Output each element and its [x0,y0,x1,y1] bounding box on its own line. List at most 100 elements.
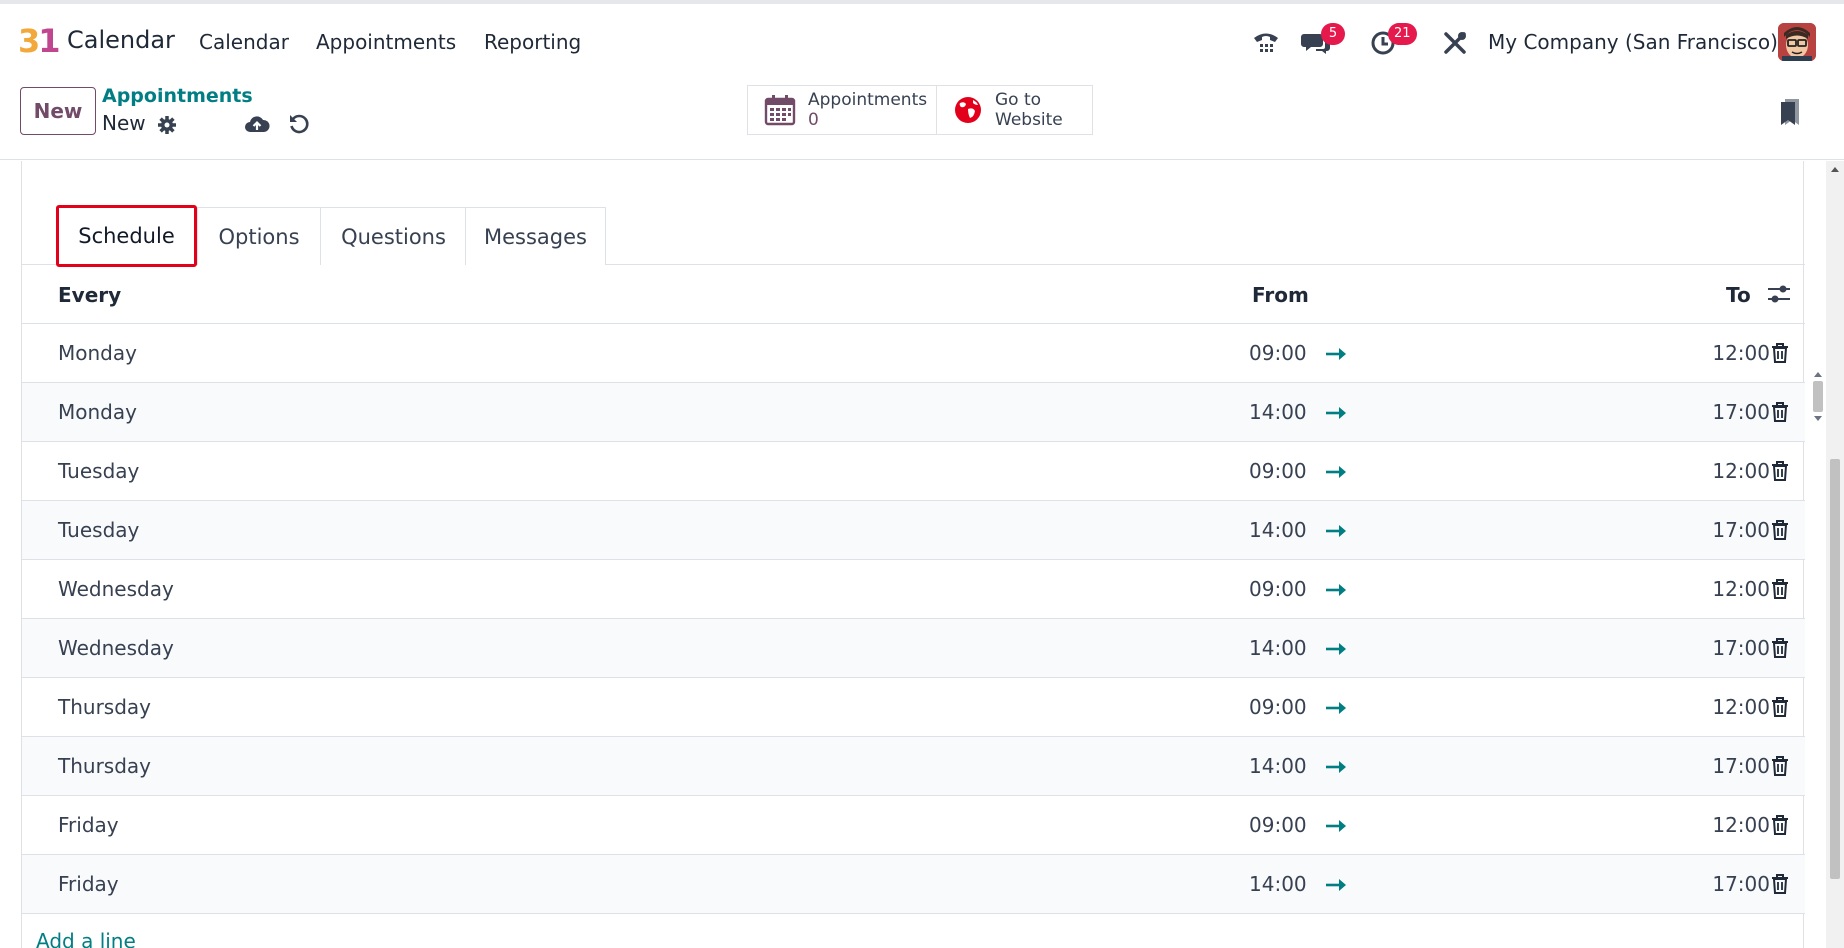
table-row[interactable]: Wednesday 09:00 12:00 [22,560,1805,619]
tools-icon[interactable] [1440,28,1470,58]
row-day[interactable]: Tuesday [58,518,139,542]
table-row[interactable]: Wednesday 14:00 17:00 [22,619,1805,678]
row-to-time[interactable]: 12:00 [1696,577,1770,601]
logo-digit-3: 3 [18,22,40,60]
table-row[interactable]: Friday 14:00 17:00 [22,855,1805,914]
row-to-time[interactable]: 12:00 [1696,695,1770,719]
app-logo[interactable]: 31 [18,22,61,60]
row-to-time[interactable]: 12:00 [1696,341,1770,365]
avatar[interactable] [1778,23,1816,61]
bookmark-icon[interactable] [1777,96,1803,128]
control-panel: New Appointments New Appointments 0 Go to… [0,78,1844,160]
add-a-line-link[interactable]: Add a line [36,929,136,948]
messages-badge: 5 [1321,23,1345,45]
notebook-tabs: Schedule Options Questions Messages [22,207,1805,265]
tab-options[interactable]: Options [197,207,321,265]
trash-icon[interactable] [1770,873,1792,895]
smart-button-appointments[interactable]: Appointments 0 [747,85,937,135]
trash-icon[interactable] [1770,342,1792,364]
menu-appointments[interactable]: Appointments [316,30,456,54]
sliders-icon[interactable] [1767,283,1791,310]
row-from-time[interactable]: 09:00 [1249,459,1307,483]
trash-icon[interactable] [1770,460,1792,482]
menu-calendar[interactable]: Calendar [199,30,289,54]
row-day[interactable]: Friday [58,872,119,896]
arrow-right-icon [1324,816,1348,834]
trash-icon[interactable] [1770,578,1792,600]
phone-icon[interactable] [1251,28,1281,58]
row-to-time[interactable]: 17:00 [1696,872,1770,896]
arrow-right-icon [1324,462,1348,480]
tab-messages[interactable]: Messages [465,207,606,265]
arrow-right-icon [1324,580,1348,598]
column-every[interactable]: Every [58,283,121,307]
arrow-right-icon [1324,521,1348,539]
smart-button-appointments-label: Appointments [808,90,928,110]
table-row[interactable]: Monday 09:00 12:00 [22,324,1805,383]
table-row[interactable]: Tuesday 09:00 12:00 [22,442,1805,501]
row-day[interactable]: Thursday [58,754,151,778]
smart-button-website-line1: Go to [995,90,1042,110]
row-to-time[interactable]: 17:00 [1696,636,1770,660]
globe-icon [953,95,983,125]
cloud-upload-icon[interactable] [244,111,270,137]
smart-button-website-line2: Website [995,110,1063,130]
row-day[interactable]: Tuesday [58,459,139,483]
row-from-time[interactable]: 14:00 [1249,754,1307,778]
tabs-scrollbar[interactable] [1812,370,1824,423]
row-day[interactable]: Monday [58,341,137,365]
arrow-right-icon [1324,639,1348,657]
row-to-time[interactable]: 17:00 [1696,400,1770,424]
row-to-time[interactable]: 17:00 [1696,518,1770,542]
trash-icon[interactable] [1770,696,1792,718]
trash-icon[interactable] [1770,814,1792,836]
top-navbar: 31 Calendar Calendar Appointments Report… [0,0,1844,78]
breadcrumb-parent[interactable]: Appointments [102,85,253,107]
smart-button-go-to-website[interactable]: Go to Website [936,85,1093,135]
arrow-right-icon [1324,757,1348,775]
form-sheet: Schedule Options Questions Messages Ever… [21,161,1823,948]
column-to[interactable]: To [1726,283,1751,307]
row-day[interactable]: Wednesday [58,577,174,601]
new-button[interactable]: New [20,87,96,135]
smart-button-appointments-count: 0 [808,110,819,130]
row-to-time[interactable]: 12:00 [1696,813,1770,837]
undo-icon[interactable] [286,111,312,137]
row-to-time[interactable]: 17:00 [1696,754,1770,778]
table-row[interactable]: Monday 14:00 17:00 [22,383,1805,442]
arrow-right-icon [1324,344,1348,362]
menu-reporting[interactable]: Reporting [484,30,581,54]
app-name[interactable]: Calendar [67,26,175,54]
row-from-time[interactable]: 09:00 [1249,695,1307,719]
row-from-time[interactable]: 09:00 [1249,813,1307,837]
row-day[interactable]: Thursday [58,695,151,719]
row-from-time[interactable]: 14:00 [1249,872,1307,896]
row-day[interactable]: Wednesday [58,636,174,660]
page-scrollbar[interactable] [1826,161,1844,948]
trash-icon[interactable] [1770,755,1792,777]
column-from[interactable]: From [1252,283,1309,307]
gear-icon[interactable] [154,112,180,138]
table-row[interactable]: Thursday 09:00 12:00 [22,678,1805,737]
table-header: Every From To [22,265,1805,324]
row-to-time[interactable]: 12:00 [1696,459,1770,483]
row-from-time[interactable]: 09:00 [1249,577,1307,601]
arrow-right-icon [1324,698,1348,716]
trash-icon[interactable] [1770,637,1792,659]
row-from-time[interactable]: 14:00 [1249,636,1307,660]
trash-icon[interactable] [1770,519,1792,541]
tab-questions[interactable]: Questions [320,207,467,265]
row-day[interactable]: Monday [58,400,137,424]
row-day[interactable]: Friday [58,813,119,837]
row-from-time[interactable]: 14:00 [1249,518,1307,542]
trash-icon[interactable] [1770,401,1792,423]
row-from-time[interactable]: 14:00 [1249,400,1307,424]
row-from-time[interactable]: 09:00 [1249,341,1307,365]
table-row[interactable]: Friday 09:00 12:00 [22,796,1805,855]
table-row[interactable]: Thursday 14:00 17:00 [22,737,1805,796]
calendar-icon [764,94,796,126]
company-switcher[interactable]: My Company (San Francisco) [1488,30,1778,54]
page-scrollbar-thumb[interactable] [1830,459,1840,879]
activities-badge: 21 [1388,23,1417,45]
table-row[interactable]: Tuesday 14:00 17:00 [22,501,1805,560]
